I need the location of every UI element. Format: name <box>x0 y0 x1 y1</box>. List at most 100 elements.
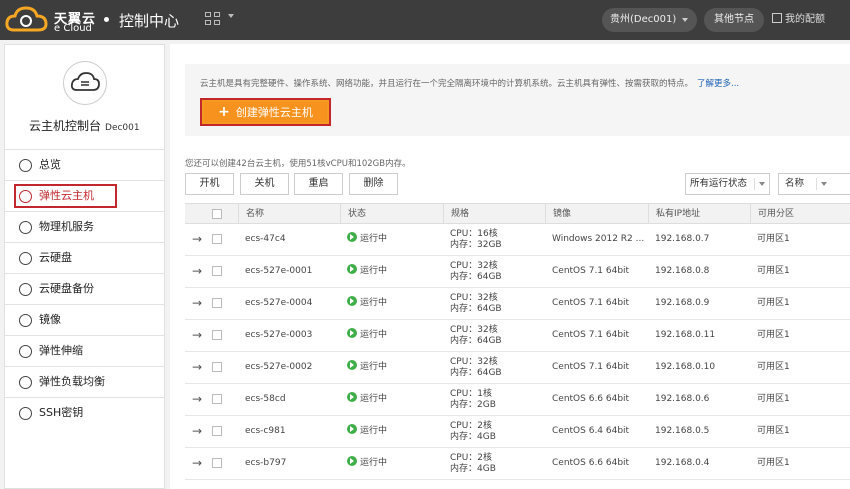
row-checkbox[interactable] <box>212 426 222 436</box>
table-row[interactable]: → ecs-527e-0004 运行中 CPU：32核 内存：64GB CentOS 7.… <box>185 288 850 320</box>
cell-zone: 可用区1 <box>757 298 790 308</box>
sidebar-item-label: 云硬盘备份 <box>39 282 94 295</box>
running-icon <box>347 360 357 370</box>
row-checkbox[interactable] <box>212 394 222 404</box>
expand-arrow-icon[interactable]: → <box>192 329 202 341</box>
sidebar-item-backup[interactable]: 云硬盘备份 <box>5 273 164 304</box>
row-checkbox[interactable] <box>212 266 222 276</box>
create-ecs-button[interactable]: + 创建弹性云主机 <box>200 98 331 126</box>
row-checkbox[interactable] <box>212 298 222 308</box>
table-row[interactable]: → ecs-527e-0001 运行中 CPU：32核 内存：64GB CentOS 7.… <box>185 256 850 288</box>
cell-spec: CPU：32核 内存：64GB <box>443 256 502 287</box>
console-title-text: 云主机控制台 <box>29 119 102 133</box>
col-image[interactable]: 镜像 <box>545 204 571 224</box>
cell-image: CentOS 7.1 64bit <box>552 362 630 372</box>
stop-button[interactable]: 关机 <box>240 173 289 195</box>
table-row[interactable]: → ecs-527e-0002 运行中 CPU：32核 内存：64GB CentOS 7.… <box>185 352 850 384</box>
spec-mem: 内存：4GB <box>450 432 496 442</box>
table-row[interactable]: → ecs-47c4 运行中 CPU：16核 内存：32GB Windows 2012 R… <box>185 224 850 256</box>
chevron-down-icon[interactable] <box>228 14 234 18</box>
sidebar-item-image[interactable]: 镜像 <box>5 304 164 335</box>
cloud-server-icon <box>70 72 100 91</box>
name-filter-value: 名称 <box>785 178 805 189</box>
expand-arrow-icon[interactable]: → <box>192 425 202 437</box>
select-all-checkbox[interactable] <box>212 209 222 219</box>
status-text: 运行中 <box>360 362 388 372</box>
app-grid-icon[interactable] <box>205 12 221 26</box>
create-ecs-label: 创建弹性云主机 <box>235 106 313 119</box>
expand-arrow-icon[interactable]: → <box>192 393 202 405</box>
cell-spec: CPU：32核 内存：64GB <box>443 352 502 383</box>
row-checkbox[interactable] <box>212 458 222 468</box>
loadbalance-icon <box>19 376 32 389</box>
restart-button[interactable]: 重启 <box>294 173 343 195</box>
cell-zone: 可用区1 <box>757 394 790 404</box>
cell-spec: CPU：32核 内存：64GB <box>443 320 502 351</box>
cell-status: 运行中 <box>340 288 387 319</box>
expand-arrow-icon[interactable]: → <box>192 297 202 309</box>
cell-zone: 可用区1 <box>757 362 790 372</box>
ecs-table: 名称 状态 规格 镜像 私有IP地址 可用分区 → ecs-47c4 运行中 CPU：… <box>185 203 850 480</box>
status-filter-select[interactable]: 所有运行状态 <box>685 173 770 195</box>
spec-mem: 内存：4GB <box>450 464 496 474</box>
running-icon <box>347 232 357 242</box>
other-nodes-button[interactable]: 其他节点 <box>704 8 764 32</box>
expand-arrow-icon[interactable]: → <box>192 361 202 373</box>
sidebar-item-ssh-key[interactable]: SSH密钥 <box>5 397 164 428</box>
expand-arrow-icon[interactable]: → <box>192 265 202 277</box>
cell-status: 运行中 <box>340 448 387 479</box>
backup-icon <box>19 283 32 296</box>
col-spec[interactable]: 规格 <box>443 204 469 224</box>
table-row[interactable]: → ecs-527e-0003 运行中 CPU：32核 内存：64GB CentOS 7.… <box>185 320 850 352</box>
sidebar-item-disk[interactable]: 云硬盘 <box>5 242 164 273</box>
active-item-highlight <box>14 184 117 208</box>
spec-cpu: CPU：2核 <box>450 453 493 463</box>
running-icon <box>347 392 357 402</box>
col-ip[interactable]: 私有IP地址 <box>648 204 700 224</box>
cell-name: ecs-b797 <box>245 458 287 468</box>
sidebar: 云主机控制台 Dec001 总览 弹性云主机 物理机服务 云硬盘 云硬盘备份 镜像… <box>4 44 165 489</box>
row-checkbox[interactable] <box>212 330 222 340</box>
name-filter-select[interactable]: 名称 <box>778 173 850 195</box>
table-row[interactable]: → ecs-c981 运行中 CPU：2核 内存：4GB CentOS 6.4 64bit… <box>185 416 850 448</box>
spec-cpu: CPU：32核 <box>450 357 498 367</box>
status-text: 运行中 <box>360 426 388 436</box>
scaling-icon <box>19 345 32 358</box>
intro-text: 云主机是具有完整硬件、操作系统、网络功能，并且运行在一个完全隔离环境中的计算机系… <box>200 77 739 89</box>
expand-arrow-icon[interactable]: → <box>192 457 202 469</box>
cell-image: CentOS 6.6 64bit <box>552 394 630 404</box>
spec-mem: 内存：2GB <box>450 400 496 410</box>
col-status[interactable]: 状态 <box>340 204 366 224</box>
row-checkbox[interactable] <box>212 362 222 372</box>
sidebar-item-label: 弹性伸缩 <box>39 344 83 357</box>
sidebar-item-overview[interactable]: 总览 <box>5 149 164 180</box>
region-selector[interactable]: 贵州(Dec001) <box>602 8 697 32</box>
sidebar-item-loadbalance[interactable]: 弹性负载均衡 <box>5 366 164 397</box>
cell-zone: 可用区1 <box>757 426 790 436</box>
table-row[interactable]: → ecs-b797 运行中 CPU：2核 内存：4GB CentOS 6.6 64bit… <box>185 448 850 480</box>
col-zone[interactable]: 可用分区 <box>750 204 794 224</box>
delete-button[interactable]: 删除 <box>349 173 398 195</box>
plus-icon: + <box>218 104 230 120</box>
sidebar-item-physical[interactable]: 物理机服务 <box>5 211 164 242</box>
start-button[interactable]: 开机 <box>185 173 234 195</box>
col-name[interactable]: 名称 <box>238 204 264 224</box>
running-icon <box>347 296 357 306</box>
overview-icon <box>19 159 32 172</box>
running-icon <box>347 264 357 274</box>
cell-image: CentOS 7.1 64bit <box>552 330 630 340</box>
cell-status: 运行中 <box>340 224 387 255</box>
row-checkbox[interactable] <box>212 234 222 244</box>
spec-mem: 内存：64GB <box>450 368 502 378</box>
learn-more-link[interactable]: 了解更多... <box>697 79 739 89</box>
cell-image: CentOS 6.4 64bit <box>552 426 630 436</box>
my-quota-link[interactable]: 我的配额 <box>772 8 825 32</box>
cell-ip: 192.168.0.10 <box>655 362 716 372</box>
cell-image: CentOS 7.1 64bit <box>552 266 630 276</box>
brand-logo[interactable]: 天翼云 e Cloud <box>4 4 104 36</box>
sidebar-item-scaling[interactable]: 弹性伸缩 <box>5 335 164 366</box>
table-row[interactable]: → ecs-58cd 运行中 CPU：1核 内存：2GB CentOS 6.6 64bit… <box>185 384 850 416</box>
cell-image: Windows 2012 R2 ... <box>552 234 645 244</box>
expand-arrow-icon[interactable]: → <box>192 233 202 245</box>
spec-mem: 内存：32GB <box>450 240 502 250</box>
